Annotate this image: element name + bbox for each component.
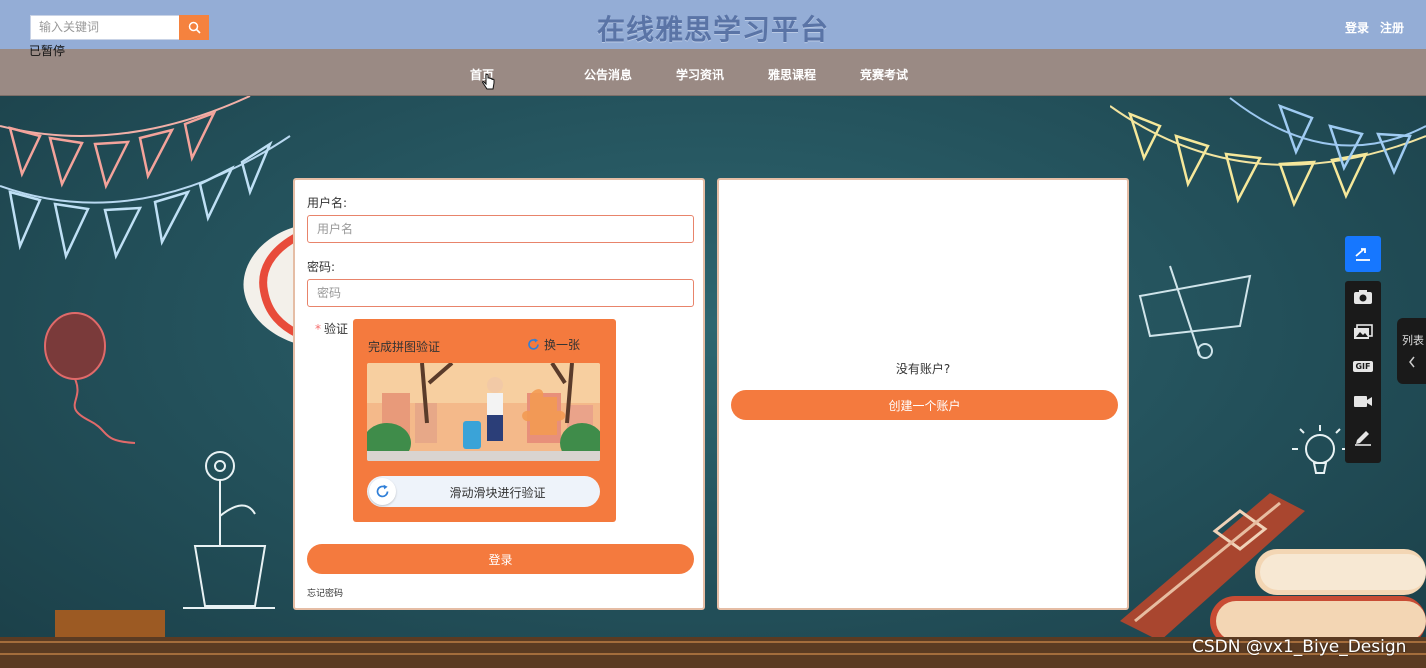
pen-icon	[1355, 431, 1371, 446]
create-account-button[interactable]: 创建一个账户	[731, 390, 1118, 420]
scroll-capture-tool[interactable]	[1351, 320, 1375, 344]
list-drawer-tab[interactable]: 列表	[1397, 318, 1426, 384]
nav-item-announcements[interactable]: 公告消息	[584, 66, 632, 83]
list-tab-label: 列表	[1402, 334, 1424, 347]
balloon-decoration	[44, 312, 136, 444]
puzzle-captcha: 完成拼图验证 换一张 滑动滑块进行验证	[353, 319, 616, 522]
captcha-label: * 验证	[315, 322, 349, 336]
search-button[interactable]	[179, 15, 209, 40]
share-icon	[1355, 248, 1370, 261]
airplane-decoration	[1138, 265, 1252, 359]
login-button[interactable]: 登录	[307, 544, 694, 574]
screenshot-tool[interactable]	[1351, 285, 1375, 309]
auth-links: 登录 注册	[1345, 19, 1404, 36]
username-label: 用户名:	[307, 196, 348, 210]
video-tool[interactable]	[1351, 389, 1375, 413]
video-camera-icon	[1354, 396, 1372, 407]
slider-hint-text: 滑动滑块进行验证	[449, 486, 546, 500]
shelf-decoration	[55, 610, 165, 638]
search-icon	[188, 21, 201, 34]
register-panel: 没有账户? 创建一个账户	[717, 178, 1129, 610]
no-account-text: 没有账户?	[895, 362, 951, 376]
paused-label: 已暂停	[29, 44, 66, 58]
capture-toolbar: GIF	[1345, 281, 1381, 463]
refresh-icon	[528, 338, 539, 350]
captcha-refresh-button[interactable]: 换一张	[527, 336, 580, 353]
nav-item-courses[interactable]: 雅思课程	[768, 66, 816, 83]
captcha-slider[interactable]: 滑动滑块进行验证	[367, 476, 600, 507]
captcha-title: 完成拼图验证	[368, 340, 441, 354]
camera-icon	[1354, 290, 1372, 304]
hand-cursor-icon	[482, 74, 495, 90]
search-input[interactable]: 输入关键词	[30, 15, 180, 40]
flower-pot-decoration	[183, 451, 275, 609]
gif-icon: GIF	[1353, 360, 1373, 372]
share-button[interactable]	[1345, 236, 1381, 272]
username-input[interactable]: 用户名	[307, 215, 694, 243]
watermark-text: CSDN @vx1_Biye_Design	[1192, 637, 1407, 657]
captcha-puzzle-image	[367, 363, 600, 461]
striped-ball-decoration	[243, 226, 300, 344]
nav-item-news[interactable]: 学习资讯	[676, 66, 724, 83]
password-input[interactable]: 密码	[307, 279, 694, 307]
top-header: 输入关键词 在线雅思学习平台 登录 注册	[0, 0, 1426, 49]
image-stack-icon	[1354, 324, 1373, 339]
password-label: 密码:	[307, 260, 336, 274]
lightbulb-decoration	[1292, 425, 1348, 474]
login-panel: 用户名: 用户名 密码: 密码 * 验证 完成拼图验证 换一张 滑动滑块进行验证…	[293, 178, 705, 610]
register-link[interactable]: 注册	[1380, 19, 1404, 36]
site-title: 在线雅思学习平台	[596, 13, 829, 46]
login-link[interactable]: 登录	[1345, 19, 1369, 36]
required-star: *	[315, 322, 321, 336]
nav-item-exams[interactable]: 竞赛考试	[860, 66, 908, 83]
chalkboard-background	[0, 96, 1426, 668]
bunting-right-decoration	[1110, 97, 1426, 208]
forgot-password-link[interactable]: 忘记密码	[307, 586, 343, 599]
annotate-tool[interactable]	[1351, 425, 1375, 449]
chevron-left-icon	[1409, 356, 1415, 368]
gif-tool[interactable]: GIF	[1351, 354, 1375, 378]
main-nav: 首页 公告消息 学习资讯 雅思课程 竞赛考试	[0, 49, 1426, 96]
